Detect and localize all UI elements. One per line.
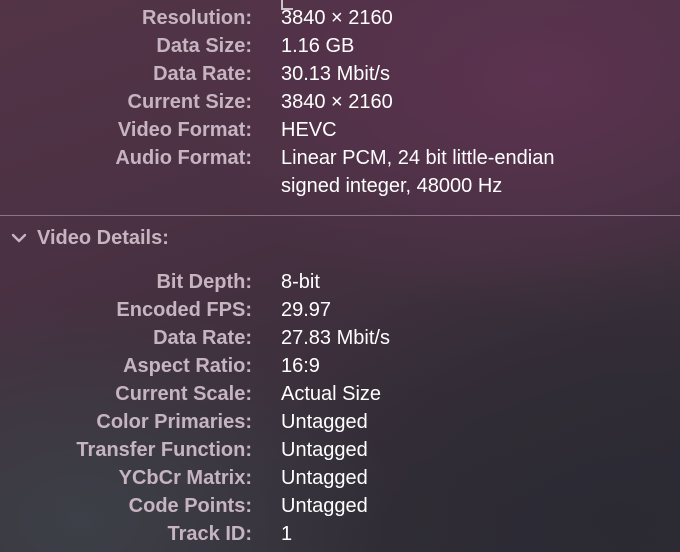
info-value: Untagged (281, 467, 368, 489)
info-row-audio-format: Audio Format: Linear PCM, 24 bit little-… (0, 144, 680, 172)
info-label: Aspect Ratio: (123, 355, 252, 377)
section-divider (0, 215, 680, 216)
info-row-resolution: Resolution: 3840 × 2160 (0, 4, 680, 32)
info-row-video-format: Video Format: HEVC (0, 116, 680, 144)
info-row-transfer-function: Transfer Function: Untagged (0, 436, 680, 464)
info-label: Video Format: (117, 119, 252, 141)
info-row-encoded-fps: Encoded FPS: 29.97 (0, 296, 680, 324)
info-label: Color Primaries: (96, 411, 252, 433)
info-label: Resolution: (142, 7, 252, 29)
info-label: Encoded FPS: (116, 299, 252, 321)
info-label: Data Rate: (153, 327, 252, 349)
info-value: 8-bit (281, 271, 320, 293)
info-value: Untagged (281, 495, 368, 517)
info-label: Current Scale: (115, 383, 252, 405)
info-value: 27.83 Mbit/s (281, 327, 390, 349)
info-row-code-points: Code Points: Untagged (0, 492, 680, 520)
info-row-data-rate: Data Rate: 30.13 Mbit/s (0, 60, 680, 88)
info-label: Code Points: (128, 495, 252, 517)
info-row-data-rate: Data Rate: 27.83 Mbit/s (0, 324, 680, 352)
info-row-track-id: Track ID: 1 (0, 520, 680, 548)
info-row-data-size: Data Size: 1.16 GB (0, 32, 680, 60)
info-row-bit-depth: Bit Depth: 8-bit (0, 268, 680, 296)
info-value: Actual Size (281, 383, 382, 405)
info-label: Data Rate: (153, 63, 252, 85)
info-value: HEVC (281, 119, 337, 141)
info-label: Current Size: (127, 91, 252, 113)
info-label: Data Size: (156, 35, 252, 57)
info-value: 1 (281, 523, 293, 545)
info-label: Track ID: (167, 523, 252, 545)
info-value: Untagged (281, 439, 368, 461)
info-value: 3840 × 2160 (281, 91, 393, 113)
info-row-audio-format-continued: signed integer, 48000 Hz (0, 172, 680, 200)
video-details-disclosure[interactable]: Video Details: (9, 224, 169, 252)
info-label: Bit Depth: (156, 271, 252, 293)
info-value: 30.13 Mbit/s (281, 63, 390, 85)
chevron-down-icon[interactable] (9, 228, 29, 248)
info-value: 16:9 (281, 355, 320, 377)
info-row-current-scale: Current Scale: Actual Size (0, 380, 680, 408)
info-row-color-primaries: Color Primaries: Untagged (0, 408, 680, 436)
info-label: Transfer Function: (76, 439, 252, 461)
info-value: 3840 × 2160 (281, 7, 393, 29)
info-label: YCbCr Matrix: (118, 467, 252, 489)
info-value: 29.97 (281, 299, 332, 321)
section-title: Video Details: (37, 226, 169, 249)
info-value: 1.16 GB (281, 35, 355, 57)
info-row-ycbcr-matrix: YCbCr Matrix: Untagged (0, 464, 680, 492)
info-value: signed integer, 48000 Hz (281, 175, 503, 197)
info-row-aspect-ratio: Aspect Ratio: 16:9 (0, 352, 680, 380)
info-label: Audio Format: (115, 147, 252, 169)
info-value: Linear PCM, 24 bit little-endian (281, 147, 555, 169)
info-value: Untagged (281, 411, 368, 433)
info-row-current-size: Current Size: 3840 × 2160 (0, 88, 680, 116)
